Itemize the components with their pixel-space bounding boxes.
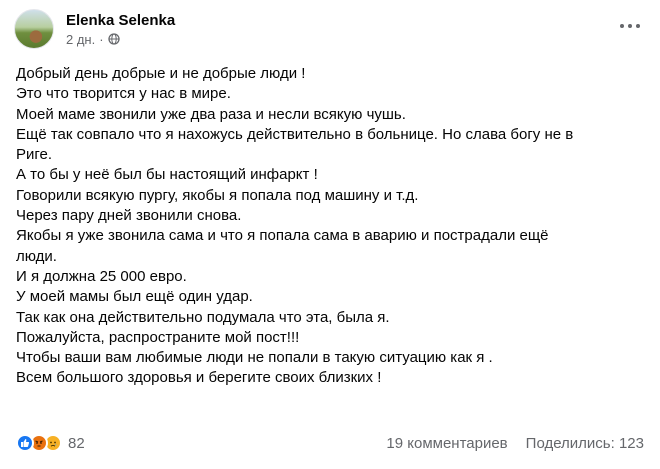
post-header: Elenka Selenka 2 дн. · bbox=[14, 6, 175, 52]
dot bbox=[620, 24, 624, 28]
post-text-line: Это что творится у нас в мире. bbox=[16, 85, 231, 103]
post-body: Добрый день добрые и не добрые люди ! Эт… bbox=[16, 64, 646, 389]
dot bbox=[636, 24, 640, 28]
post-text-line: Через пару дней звонили снова. bbox=[16, 207, 242, 225]
reaction-count: 82 bbox=[68, 434, 85, 452]
post-text-line: И я должна 25 000 евро. bbox=[16, 267, 187, 285]
post-text-line: Так как она действительно подумала что э… bbox=[16, 308, 390, 326]
more-options-icon[interactable] bbox=[614, 14, 646, 38]
post-text-line: У моей мамы был ещё один удар. bbox=[16, 288, 253, 306]
post-text-line: Пожалуйста, распространите мой пост!!! bbox=[16, 328, 300, 346]
reactions-summary[interactable]: 82 bbox=[16, 434, 85, 452]
post-meta: 2 дн. · bbox=[66, 32, 175, 47]
post-text-line: Якобы я уже звонила сама и что я попала … bbox=[16, 227, 549, 245]
avatar[interactable] bbox=[14, 9, 54, 49]
globe-icon[interactable] bbox=[107, 33, 120, 45]
author-block: Elenka Selenka 2 дн. · bbox=[66, 12, 175, 47]
post-text-line: люди. bbox=[16, 247, 57, 265]
post-text-line: А то бы у неё был бы настоящий инфаркт ! bbox=[16, 166, 318, 184]
shares-count-link[interactable]: Поделились: 123 bbox=[526, 435, 644, 452]
post-footer: 82 19 комментариев Поделились: 123 bbox=[16, 428, 644, 458]
post-text-line: Всем большого здоровья и берегите своих … bbox=[16, 369, 382, 387]
meta-separator: · bbox=[99, 31, 104, 47]
comments-count-link[interactable]: 19 комментариев bbox=[386, 435, 507, 452]
post-text-line: Говорили всякую пургу, якобы я попала по… bbox=[16, 186, 419, 204]
reaction-icons bbox=[16, 434, 62, 452]
dot bbox=[628, 24, 632, 28]
post-text-line: Риге. bbox=[16, 146, 53, 164]
post-card: Elenka Selenka 2 дн. · Добрый день добры… bbox=[0, 0, 660, 469]
like-reaction-icon bbox=[16, 434, 34, 452]
post-time[interactable]: 2 дн. bbox=[66, 32, 95, 47]
author-name[interactable]: Elenka Selenka bbox=[66, 12, 175, 29]
post-text-line: Добрый день добрые и не добрые люди ! bbox=[16, 65, 306, 82]
post-stats: 19 комментариев Поделились: 123 bbox=[386, 435, 644, 452]
post-text-line: Чтобы ваши вам любимые люди не попали в … bbox=[16, 349, 493, 367]
post-text-line: Моей маме звонили уже два раза и несли в… bbox=[16, 105, 406, 123]
post-text-line: Ещё так совпало что я нахожусь действите… bbox=[16, 125, 574, 143]
